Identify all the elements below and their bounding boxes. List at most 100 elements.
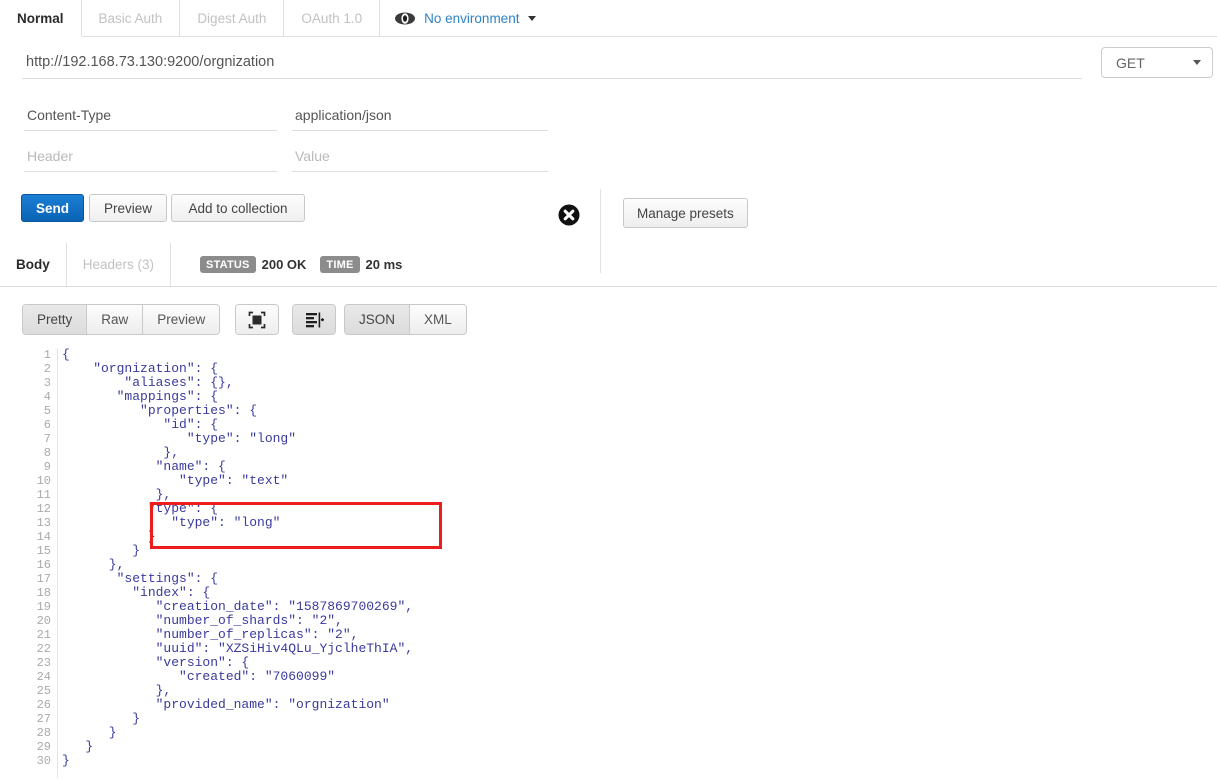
wrap-lines-button[interactable]	[292, 304, 336, 335]
line-number: 5	[21, 404, 57, 418]
line-number: 14	[21, 530, 57, 544]
response-tab-bar: Body Headers (3) STATUS 200 OK TIME 20 m…	[0, 243, 1217, 287]
wrap-lines-icon	[305, 311, 324, 329]
language-mode-json-label: JSON	[359, 312, 395, 327]
line-number: 23	[21, 656, 57, 670]
header-key-input-1[interactable]	[24, 103, 277, 131]
line-number-gutter: 1234567891011121314151617181920212223242…	[21, 348, 58, 778]
view-mode-preview-label: Preview	[157, 312, 205, 327]
http-method-value: GET	[1116, 55, 1145, 71]
add-to-collection-label: Add to collection	[188, 201, 287, 216]
code-line: "type": "long"	[62, 516, 1162, 530]
preview-button[interactable]: Preview	[89, 194, 167, 222]
code-line: "number_of_shards": "2",	[62, 614, 1162, 628]
environment-label: No environment	[424, 11, 519, 26]
line-number: 11	[21, 488, 57, 502]
tab-headers[interactable]: Headers (3)	[67, 243, 171, 286]
line-number: 24	[21, 670, 57, 684]
tab-normal-label: Normal	[17, 11, 64, 26]
response-format-toolbar: Pretty Raw Preview	[0, 300, 1217, 340]
code-line: "type": "text"	[62, 474, 1162, 488]
view-mode-group: Pretty Raw Preview	[22, 304, 220, 335]
code-line: "orgnization": {	[62, 362, 1162, 376]
line-number: 16	[21, 558, 57, 572]
code-line: "properties": {	[62, 404, 1162, 418]
code-line: },	[62, 488, 1162, 502]
line-number: 18	[21, 586, 57, 600]
line-number: 30	[21, 754, 57, 768]
line-number: 29	[21, 740, 57, 754]
line-number: 28	[21, 726, 57, 740]
line-number: 20	[21, 614, 57, 628]
line-number: 2	[21, 362, 57, 376]
code-line: "version": {	[62, 656, 1162, 670]
wrap-lines-seg[interactable]	[293, 305, 335, 334]
tab-digest-auth-label: Digest Auth	[197, 11, 266, 26]
line-number: 21	[21, 628, 57, 642]
line-number: 17	[21, 572, 57, 586]
code-line: }	[62, 754, 1162, 768]
tab-body[interactable]: Body	[0, 243, 67, 286]
response-body-code[interactable]: 1234567891011121314151617181920212223242…	[21, 348, 1201, 778]
header-value-input-2[interactable]	[292, 144, 548, 172]
tab-normal[interactable]: Normal	[0, 0, 82, 37]
code-line: "type": "long"	[62, 432, 1162, 446]
code-line: "uuid": "XZSiHiv4QLu_YjclheThIA",	[62, 642, 1162, 656]
view-mode-pretty-label: Pretty	[37, 312, 72, 327]
header-key-input-2[interactable]	[24, 144, 277, 172]
code-line: "aliases": {},	[62, 376, 1162, 390]
tab-oauth-1-label: OAuth 1.0	[301, 11, 362, 26]
code-line: },	[62, 446, 1162, 460]
code-line: }	[62, 740, 1162, 754]
add-to-collection-button[interactable]: Add to collection	[171, 194, 305, 222]
line-number: 27	[21, 712, 57, 726]
line-number: 8	[21, 446, 57, 460]
chevron-down-icon	[528, 16, 536, 21]
header-value-input-1[interactable]	[292, 103, 548, 131]
line-number: 19	[21, 600, 57, 614]
fullscreen-icon	[248, 311, 266, 329]
environment-selector[interactable]: No environment	[380, 0, 550, 36]
tab-headers-label: Headers (3)	[83, 257, 154, 272]
auth-tab-bar: Normal Basic Auth Digest Auth OAuth 1.0 …	[0, 0, 1217, 37]
code-lines: { "orgnization": { "aliases": {}, "mappi…	[62, 348, 1162, 768]
send-button-label: Send	[36, 201, 69, 216]
language-mode-group: JSON XML	[344, 304, 467, 335]
line-number: 10	[21, 474, 57, 488]
code-line: "mappings": {	[62, 390, 1162, 404]
language-mode-json[interactable]: JSON	[345, 305, 410, 334]
line-number: 6	[21, 418, 57, 432]
status-value: 200 OK	[262, 257, 307, 272]
http-method-select[interactable]: GET	[1101, 47, 1213, 78]
code-line: "type": {	[62, 502, 1162, 516]
fullscreen-button[interactable]	[235, 304, 279, 335]
code-line: }	[62, 544, 1162, 558]
tab-body-label: Body	[16, 257, 50, 272]
request-url-input[interactable]	[22, 49, 1082, 79]
code-line: "creation_date": "1587869700269",	[62, 600, 1162, 614]
tab-oauth-1[interactable]: OAuth 1.0	[284, 0, 380, 36]
tab-digest-auth[interactable]: Digest Auth	[180, 0, 284, 36]
view-mode-raw-label: Raw	[101, 312, 128, 327]
code-line: }	[62, 726, 1162, 740]
view-mode-raw[interactable]: Raw	[87, 305, 143, 334]
line-number: 26	[21, 698, 57, 712]
code-line: "index": {	[62, 586, 1162, 600]
tab-basic-auth-label: Basic Auth	[99, 11, 163, 26]
send-button[interactable]: Send	[21, 194, 84, 222]
time-value: 20 ms	[366, 257, 403, 272]
view-mode-pretty[interactable]: Pretty	[23, 305, 87, 334]
line-number: 4	[21, 390, 57, 404]
line-number: 7	[21, 432, 57, 446]
line-number: 22	[21, 642, 57, 656]
code-line: "name": {	[62, 460, 1162, 474]
code-line: "id": {	[62, 418, 1162, 432]
code-line: "number_of_replicas": "2",	[62, 628, 1162, 642]
line-number: 9	[21, 460, 57, 474]
line-number: 15	[21, 544, 57, 558]
language-mode-xml[interactable]: XML	[410, 305, 466, 334]
view-mode-preview[interactable]: Preview	[143, 305, 219, 334]
tab-basic-auth[interactable]: Basic Auth	[82, 0, 181, 36]
fullscreen-seg[interactable]	[236, 305, 278, 334]
code-line: }	[62, 530, 1162, 544]
